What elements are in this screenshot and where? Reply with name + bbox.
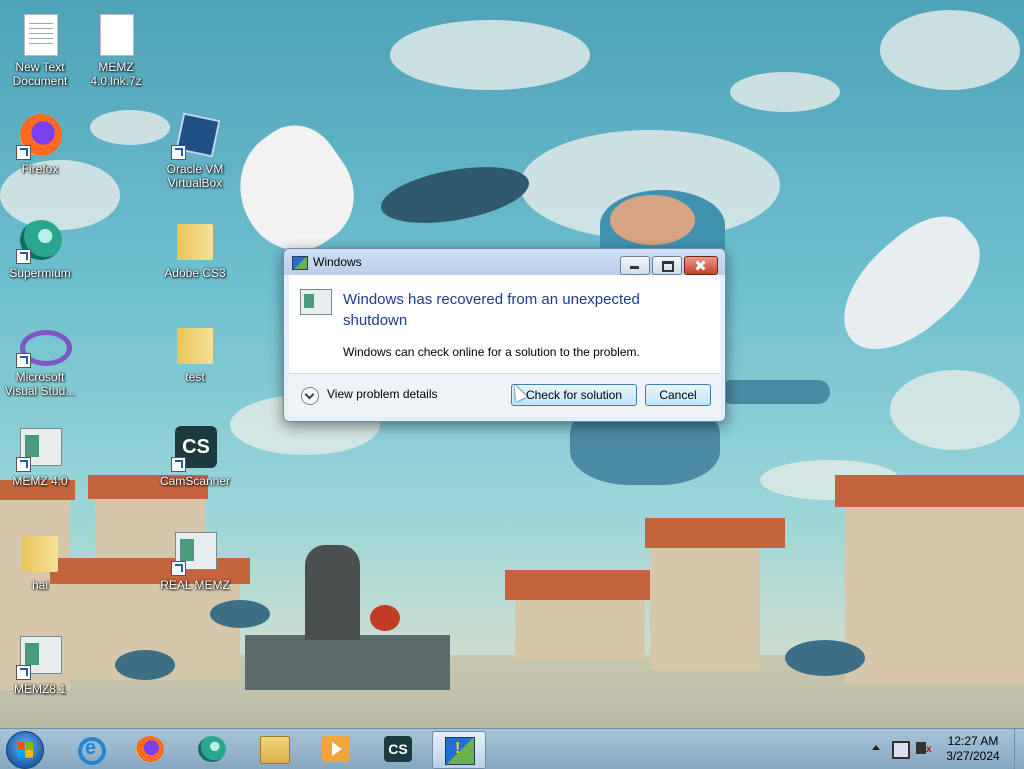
- house: [650, 545, 760, 670]
- network-icon[interactable]: [892, 741, 910, 759]
- cloud: [890, 370, 1020, 450]
- desktop-icon-label: REAL MEMZ: [160, 578, 230, 592]
- desktop-icon-new-text-document[interactable]: New Text Document: [0, 10, 80, 88]
- flying-figure-arm: [720, 380, 830, 404]
- desktop-icon-memz8[interactable]: MEMZ8.1: [0, 632, 80, 696]
- desktop-icon-visual-studio[interactable]: Microsoft Visual Stud...: [0, 320, 80, 398]
- shortcut-arrow-icon: [171, 145, 186, 160]
- desktop-icon-real-memz[interactable]: REAL MEMZ: [155, 528, 235, 592]
- show-desktop-button[interactable]: [1014, 729, 1024, 769]
- desktop-icon-hai[interactable]: hai: [0, 528, 80, 592]
- shortcut-arrow-icon: [16, 249, 31, 264]
- house-roof: [835, 475, 1024, 507]
- minimize-button[interactable]: [620, 256, 650, 275]
- desktop-icon-adobe-cs3[interactable]: Adobe CS3: [155, 216, 235, 280]
- desktop-icon-supermium[interactable]: Supermium: [0, 216, 80, 280]
- media-player-icon: [322, 736, 350, 762]
- desktop-icon-camscanner[interactable]: CS CamScanner: [155, 424, 235, 488]
- desktop-icon-label: CamScanner: [159, 474, 231, 488]
- desktop-icon-label: Supermium: [9, 266, 71, 280]
- cloud: [730, 72, 840, 112]
- cloud: [880, 10, 1020, 90]
- taskbar-camscanner[interactable]: CS: [372, 731, 424, 767]
- close-button[interactable]: [684, 256, 718, 275]
- shortcut-arrow-icon: [171, 561, 186, 576]
- clock-date: 3/27/2024: [946, 749, 1000, 763]
- dialog-title: Windows: [313, 255, 362, 269]
- house: [515, 595, 645, 660]
- taskbar: CS x 12:27 AM 3/27/2024: [0, 728, 1024, 769]
- desktop-icon-label: MEMZ 4.0: [12, 474, 68, 488]
- supermium-icon: [198, 736, 226, 762]
- problem-report-icon: [300, 289, 332, 315]
- pigeon: [785, 640, 865, 676]
- maximize-button[interactable]: [652, 256, 682, 275]
- chevron-down-icon[interactable]: [301, 387, 319, 405]
- cloud: [390, 20, 590, 90]
- folder-icon: [22, 536, 58, 572]
- desktop-icon-label: Adobe CS3: [164, 266, 226, 280]
- taskbar-media-player[interactable]: [310, 731, 362, 767]
- taskbar-problem-reporting[interactable]: [432, 731, 486, 769]
- feather: [819, 199, 1001, 371]
- file-icon: [100, 14, 134, 56]
- desktop-icon-memz-archive[interactable]: MEMZ 4.0.lnk.7z: [76, 10, 156, 88]
- shortcut-arrow-icon: [16, 145, 31, 160]
- taskbar-internet-explorer[interactable]: [64, 731, 116, 767]
- desktop-icon-label: Microsoft Visual Stud...: [4, 370, 76, 398]
- red-bird: [370, 605, 400, 631]
- shortcut-arrow-icon: [16, 353, 31, 368]
- shortcut-arrow-icon: [171, 457, 186, 472]
- firefox-icon: [136, 736, 164, 762]
- folder-icon: [177, 224, 213, 260]
- house-roof: [645, 518, 785, 548]
- recovery-dialog: Windows Windows has recovered from an un…: [283, 248, 726, 422]
- desktop-icon-firefox[interactable]: Firefox: [0, 112, 80, 176]
- camscanner-icon: CS: [384, 736, 412, 762]
- cancel-button[interactable]: Cancel: [645, 384, 711, 406]
- flying-bird: [376, 157, 534, 233]
- dialog-body: Windows has recovered from an unexpected…: [289, 275, 720, 373]
- pigeon: [210, 600, 270, 628]
- action-center-icon: [445, 737, 475, 765]
- dialog-footer: View problem details Check for solution …: [289, 373, 720, 417]
- volume-icon[interactable]: [916, 742, 926, 754]
- desktop-icon-label: Oracle VM VirtualBox: [166, 162, 224, 190]
- taskbar-file-explorer[interactable]: [248, 731, 300, 767]
- fountain-base: [245, 635, 450, 690]
- fountain-column: [305, 545, 360, 640]
- internet-explorer-icon: [78, 737, 106, 765]
- text-document-icon: [24, 14, 58, 56]
- view-problem-details-link[interactable]: View problem details: [327, 387, 438, 401]
- taskbar-supermium[interactable]: [186, 731, 238, 767]
- shortcut-arrow-icon: [16, 457, 31, 472]
- desktop-icon-label: MEMZ 4.0.lnk.7z: [90, 60, 142, 88]
- desktop-icon-label: test: [185, 370, 205, 384]
- pigeon: [115, 650, 175, 680]
- house-roof: [505, 570, 650, 600]
- desktop-icon-label: New Text Document: [12, 60, 68, 88]
- start-button[interactable]: [6, 731, 44, 769]
- dialog-titlebar[interactable]: Windows: [284, 249, 725, 275]
- desktop-icon-label: Firefox: [21, 162, 59, 176]
- windows-app-icon: [292, 256, 308, 270]
- desktop-icon-label: hai: [31, 578, 48, 592]
- desktop-icon-label: MEMZ8.1: [13, 682, 66, 696]
- desktop-icon-test[interactable]: test: [155, 320, 235, 384]
- house: [845, 505, 1024, 685]
- dialog-message: Windows can check online for a solution …: [343, 345, 640, 359]
- folder-icon: [177, 328, 213, 364]
- shortcut-arrow-icon: [16, 665, 31, 680]
- show-hidden-icons-icon[interactable]: [872, 745, 880, 750]
- dialog-headline: Windows has recovered from an unexpected…: [343, 291, 640, 329]
- system-clock[interactable]: 12:27 AM 3/27/2024: [934, 734, 1012, 764]
- file-explorer-icon: [260, 736, 290, 764]
- desktop-icon-virtualbox[interactable]: Oracle VM VirtualBox: [155, 112, 235, 190]
- feather: [215, 109, 375, 271]
- desktop-icon-memz-4[interactable]: MEMZ 4.0: [0, 424, 80, 488]
- taskbar-firefox[interactable]: [124, 731, 176, 767]
- clock-time: 12:27 AM: [947, 734, 999, 748]
- flying-figure-face: [610, 195, 695, 245]
- check-for-solution-button[interactable]: Check for solution: [511, 384, 637, 406]
